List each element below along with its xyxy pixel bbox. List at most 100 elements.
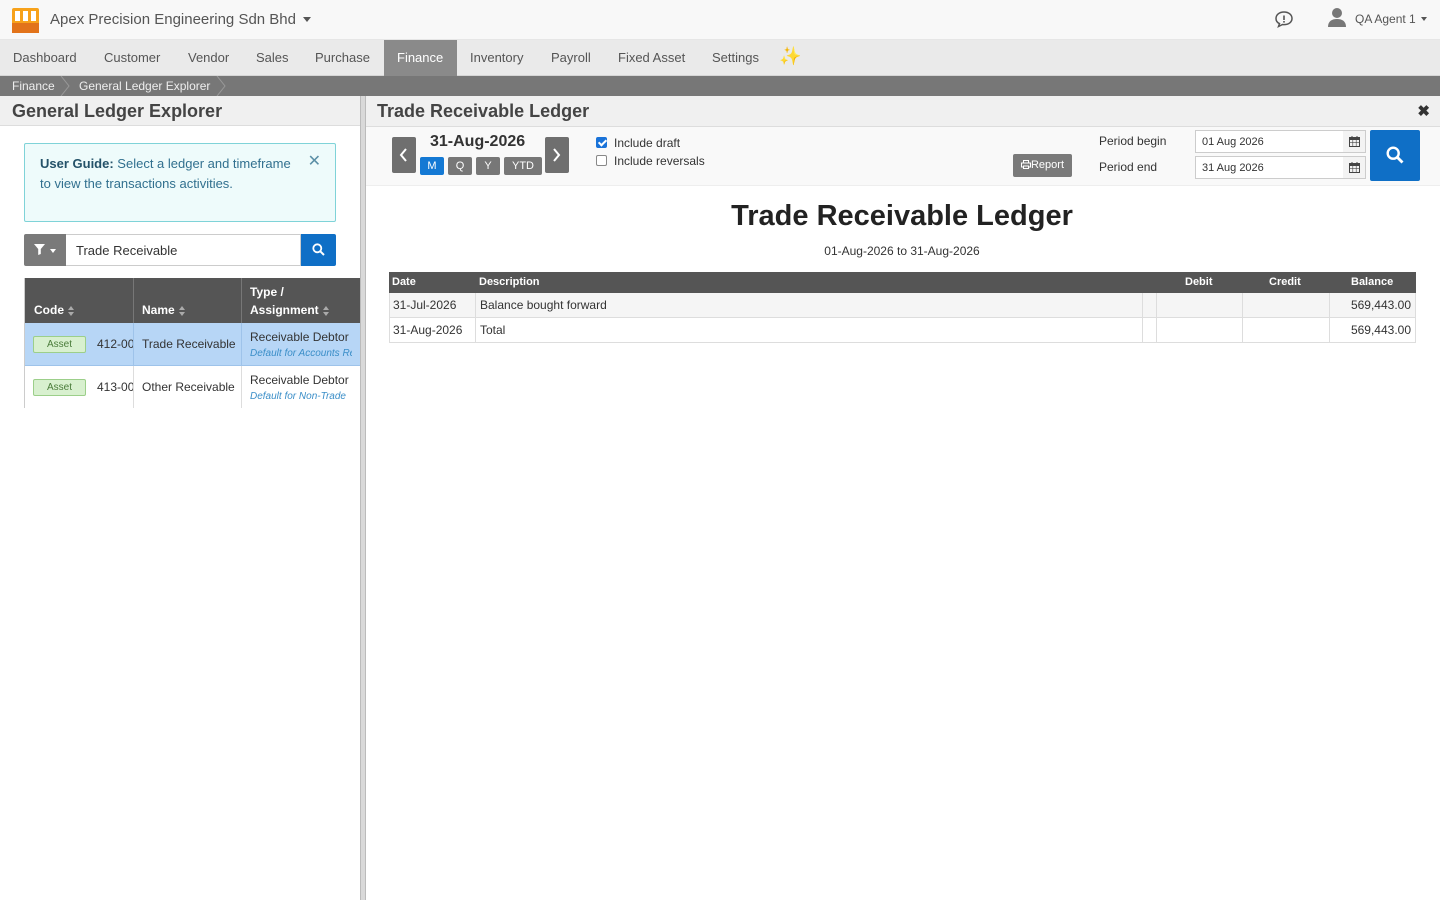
filter-icon bbox=[34, 244, 45, 255]
column-header-code-label: Code bbox=[34, 303, 64, 317]
account-code: 412-00 bbox=[97, 337, 135, 351]
company-dropdown-caret-icon[interactable] bbox=[303, 17, 311, 22]
company-logo-icon bbox=[12, 8, 39, 33]
account-type-badge: Asset bbox=[33, 336, 86, 353]
filter-dropdown-button[interactable] bbox=[24, 234, 66, 266]
period-year-button[interactable]: Y bbox=[476, 157, 500, 175]
search-icon bbox=[1386, 146, 1404, 164]
period-end-input[interactable] bbox=[1195, 156, 1344, 179]
period-end-label: Period end bbox=[1099, 160, 1158, 174]
breadcrumb: Finance General Ledger Explorer bbox=[0, 76, 1440, 96]
user-guide-label: User Guide: bbox=[40, 156, 114, 171]
row-date: 31-Jul-2026 bbox=[393, 298, 457, 312]
column-header-type-label: Type / bbox=[250, 285, 284, 299]
search-button[interactable] bbox=[301, 234, 336, 266]
ledger-table: Code Name Type / Assignment Asset 412-00 … bbox=[24, 278, 360, 408]
include-reversals-checkbox[interactable] bbox=[596, 155, 607, 166]
breadcrumb-separator-icon bbox=[216, 76, 226, 96]
top-header: Apex Precision Engineering Sdn Bhd QA Ag… bbox=[0, 0, 1440, 40]
row-description: Balance bought forward bbox=[480, 298, 607, 312]
column-header-code[interactable]: Code bbox=[34, 301, 75, 319]
print-icon bbox=[1020, 160, 1031, 169]
include-draft-checkbox[interactable] bbox=[596, 137, 607, 148]
current-period-date: 31-Aug-2026 bbox=[430, 133, 526, 150]
previous-period-button[interactable] bbox=[392, 137, 416, 173]
table-row[interactable]: Asset 413-00 Other Receivable Receivable… bbox=[25, 366, 360, 408]
nav-purchase[interactable]: Purchase bbox=[302, 40, 383, 76]
column-header-name[interactable]: Name bbox=[142, 301, 186, 319]
sort-icon bbox=[67, 305, 75, 316]
chevron-right-icon bbox=[553, 148, 561, 162]
chat-icon[interactable] bbox=[1274, 9, 1294, 29]
column-header-name-label: Name bbox=[142, 303, 175, 317]
user-dropdown-caret-icon[interactable] bbox=[1421, 17, 1427, 21]
close-icon[interactable]: ✖ bbox=[1417, 102, 1430, 120]
nav-sales[interactable]: Sales bbox=[243, 40, 302, 76]
report-button[interactable]: Report bbox=[1013, 154, 1072, 177]
column-header-type[interactable]: Type / Assignment bbox=[250, 283, 330, 319]
run-search-button[interactable] bbox=[1370, 130, 1420, 181]
nav-inventory[interactable]: Inventory bbox=[457, 40, 536, 76]
account-type: Receivable Debtor bbox=[250, 373, 349, 387]
period-month-button[interactable]: M bbox=[420, 157, 444, 175]
column-header-date: Date bbox=[392, 276, 416, 288]
breadcrumb-general-ledger-explorer[interactable]: General Ledger Explorer bbox=[79, 76, 210, 96]
nav-vendor[interactable]: Vendor bbox=[175, 40, 242, 76]
sparkle-icon[interactable]: ✨ bbox=[779, 46, 801, 67]
nav-settings[interactable]: Settings bbox=[699, 40, 772, 76]
panel-title: Trade Receivable Ledger bbox=[377, 101, 590, 121]
ledger-search-input[interactable] bbox=[66, 234, 301, 266]
account-assignment: Default for Non-Trade bbox=[250, 391, 346, 402]
row-balance: 569,443.00 bbox=[1350, 323, 1411, 337]
report-title: Trade Receivable Ledger bbox=[731, 200, 1073, 232]
calendar-icon bbox=[1349, 162, 1360, 173]
period-ytd-button[interactable]: YTD bbox=[504, 157, 542, 175]
sort-icon bbox=[178, 305, 186, 316]
account-code: 413-00 bbox=[97, 380, 135, 394]
user-guide-alert: User Guide: Select a ledger and timefram… bbox=[24, 143, 336, 222]
breadcrumb-finance[interactable]: Finance bbox=[12, 76, 55, 96]
account-type-badge: Asset bbox=[33, 379, 86, 396]
nav-customer[interactable]: Customer bbox=[91, 40, 173, 76]
search-icon bbox=[312, 243, 325, 256]
table-row: 31-Aug-2026 Total 569,443.00 bbox=[389, 318, 1416, 343]
period-begin-label: Period begin bbox=[1099, 134, 1167, 148]
user-avatar-icon[interactable] bbox=[1326, 6, 1348, 28]
company-name[interactable]: Apex Precision Engineering Sdn Bhd bbox=[50, 11, 296, 28]
nav-finance[interactable]: Finance bbox=[384, 40, 457, 76]
ledger-detail-panel: Trade Receivable Ledger ✖ 31-Aug-2026 M … bbox=[366, 96, 1440, 900]
period-begin-calendar-button[interactable] bbox=[1343, 130, 1366, 153]
left-panel-header: General Ledger Explorer bbox=[0, 96, 360, 126]
right-panel-header: Trade Receivable Ledger ✖ bbox=[366, 96, 1440, 127]
next-period-button[interactable] bbox=[545, 137, 569, 173]
table-row[interactable]: Asset 412-00 Trade Receivable Receivable… bbox=[25, 323, 360, 366]
period-quarter-button[interactable]: Q bbox=[448, 157, 472, 175]
user-name[interactable]: QA Agent 1 bbox=[1355, 12, 1416, 26]
sort-icon bbox=[322, 305, 330, 316]
nav-fixed-asset[interactable]: Fixed Asset bbox=[605, 40, 698, 76]
account-type: Receivable Debtor bbox=[250, 330, 349, 344]
table-header: Code Name Type / Assignment bbox=[25, 278, 360, 323]
nav-payroll[interactable]: Payroll bbox=[538, 40, 604, 76]
nav-dashboard[interactable]: Dashboard bbox=[0, 40, 90, 76]
row-balance: 569,443.00 bbox=[1350, 298, 1411, 312]
calendar-icon bbox=[1349, 136, 1360, 147]
column-header-balance: Balance bbox=[1351, 276, 1394, 288]
breadcrumb-separator-icon bbox=[60, 76, 70, 96]
row-description: Total bbox=[480, 323, 506, 337]
include-draft-label[interactable]: Include draft bbox=[614, 136, 680, 150]
close-icon[interactable]: ✕ bbox=[308, 152, 321, 172]
ledger-toolbar: 31-Aug-2026 M Q Y YTD Include draft Incl… bbox=[366, 127, 1440, 186]
table-row: 31-Jul-2026 Balance bought forward 569,4… bbox=[389, 293, 1416, 318]
chevron-left-icon bbox=[399, 148, 407, 162]
include-reversals-label[interactable]: Include reversals bbox=[614, 154, 705, 168]
page-title: General Ledger Explorer bbox=[12, 101, 223, 121]
row-date: 31-Aug-2026 bbox=[393, 323, 463, 337]
period-begin-input[interactable] bbox=[1195, 130, 1344, 153]
column-header-credit: Credit bbox=[1269, 276, 1301, 288]
column-header-assignment-label: Assignment bbox=[250, 303, 319, 317]
period-end-calendar-button[interactable] bbox=[1343, 156, 1366, 179]
ledger-explorer-panel: General Ledger Explorer User Guide: Sele… bbox=[0, 96, 360, 900]
account-name: Other Receivable bbox=[142, 380, 235, 394]
account-assignment: Default for Accounts Receivable bbox=[250, 348, 352, 359]
